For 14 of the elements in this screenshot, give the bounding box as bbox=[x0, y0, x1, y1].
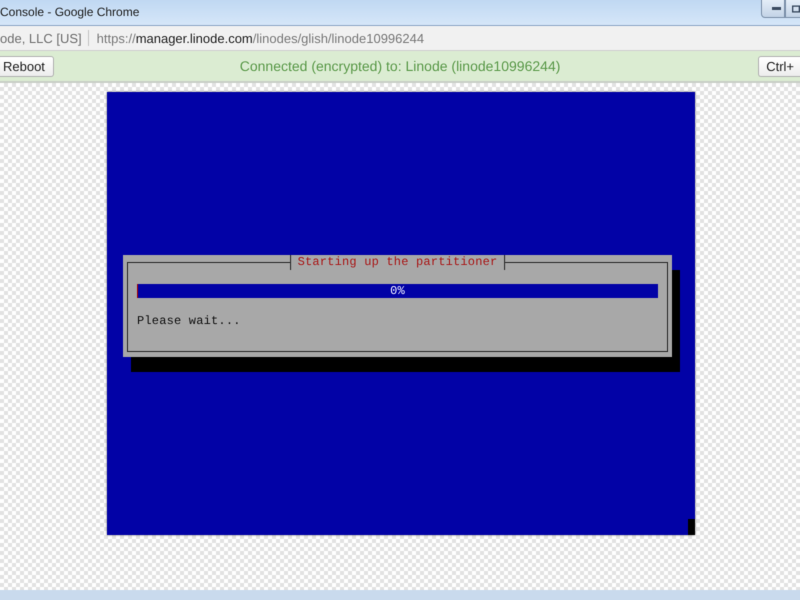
minimize-button[interactable] bbox=[761, 0, 785, 18]
status-message: Please wait... bbox=[137, 314, 242, 328]
reboot-button[interactable]: Reboot bbox=[0, 56, 54, 76]
url-field[interactable]: https://manager.linode.com/linodes/glish/linode10996244 bbox=[96, 30, 424, 46]
window-title: Console - Google Chrome bbox=[0, 4, 140, 21]
dialog-title: Starting up the partitioner bbox=[290, 255, 506, 270]
maximize-button[interactable] bbox=[785, 0, 800, 18]
minimize-icon bbox=[772, 7, 780, 10]
site-identity[interactable]: ode, LLC [US] bbox=[0, 30, 88, 46]
cursor-icon bbox=[688, 519, 695, 535]
key-combo-button[interactable]: Ctrl+ bbox=[758, 56, 800, 76]
progress-reading: 0% bbox=[390, 284, 405, 298]
maximize-icon bbox=[792, 4, 800, 12]
connection-status: Connected (encrypted) to: Linode (linode10996244) bbox=[240, 58, 560, 74]
